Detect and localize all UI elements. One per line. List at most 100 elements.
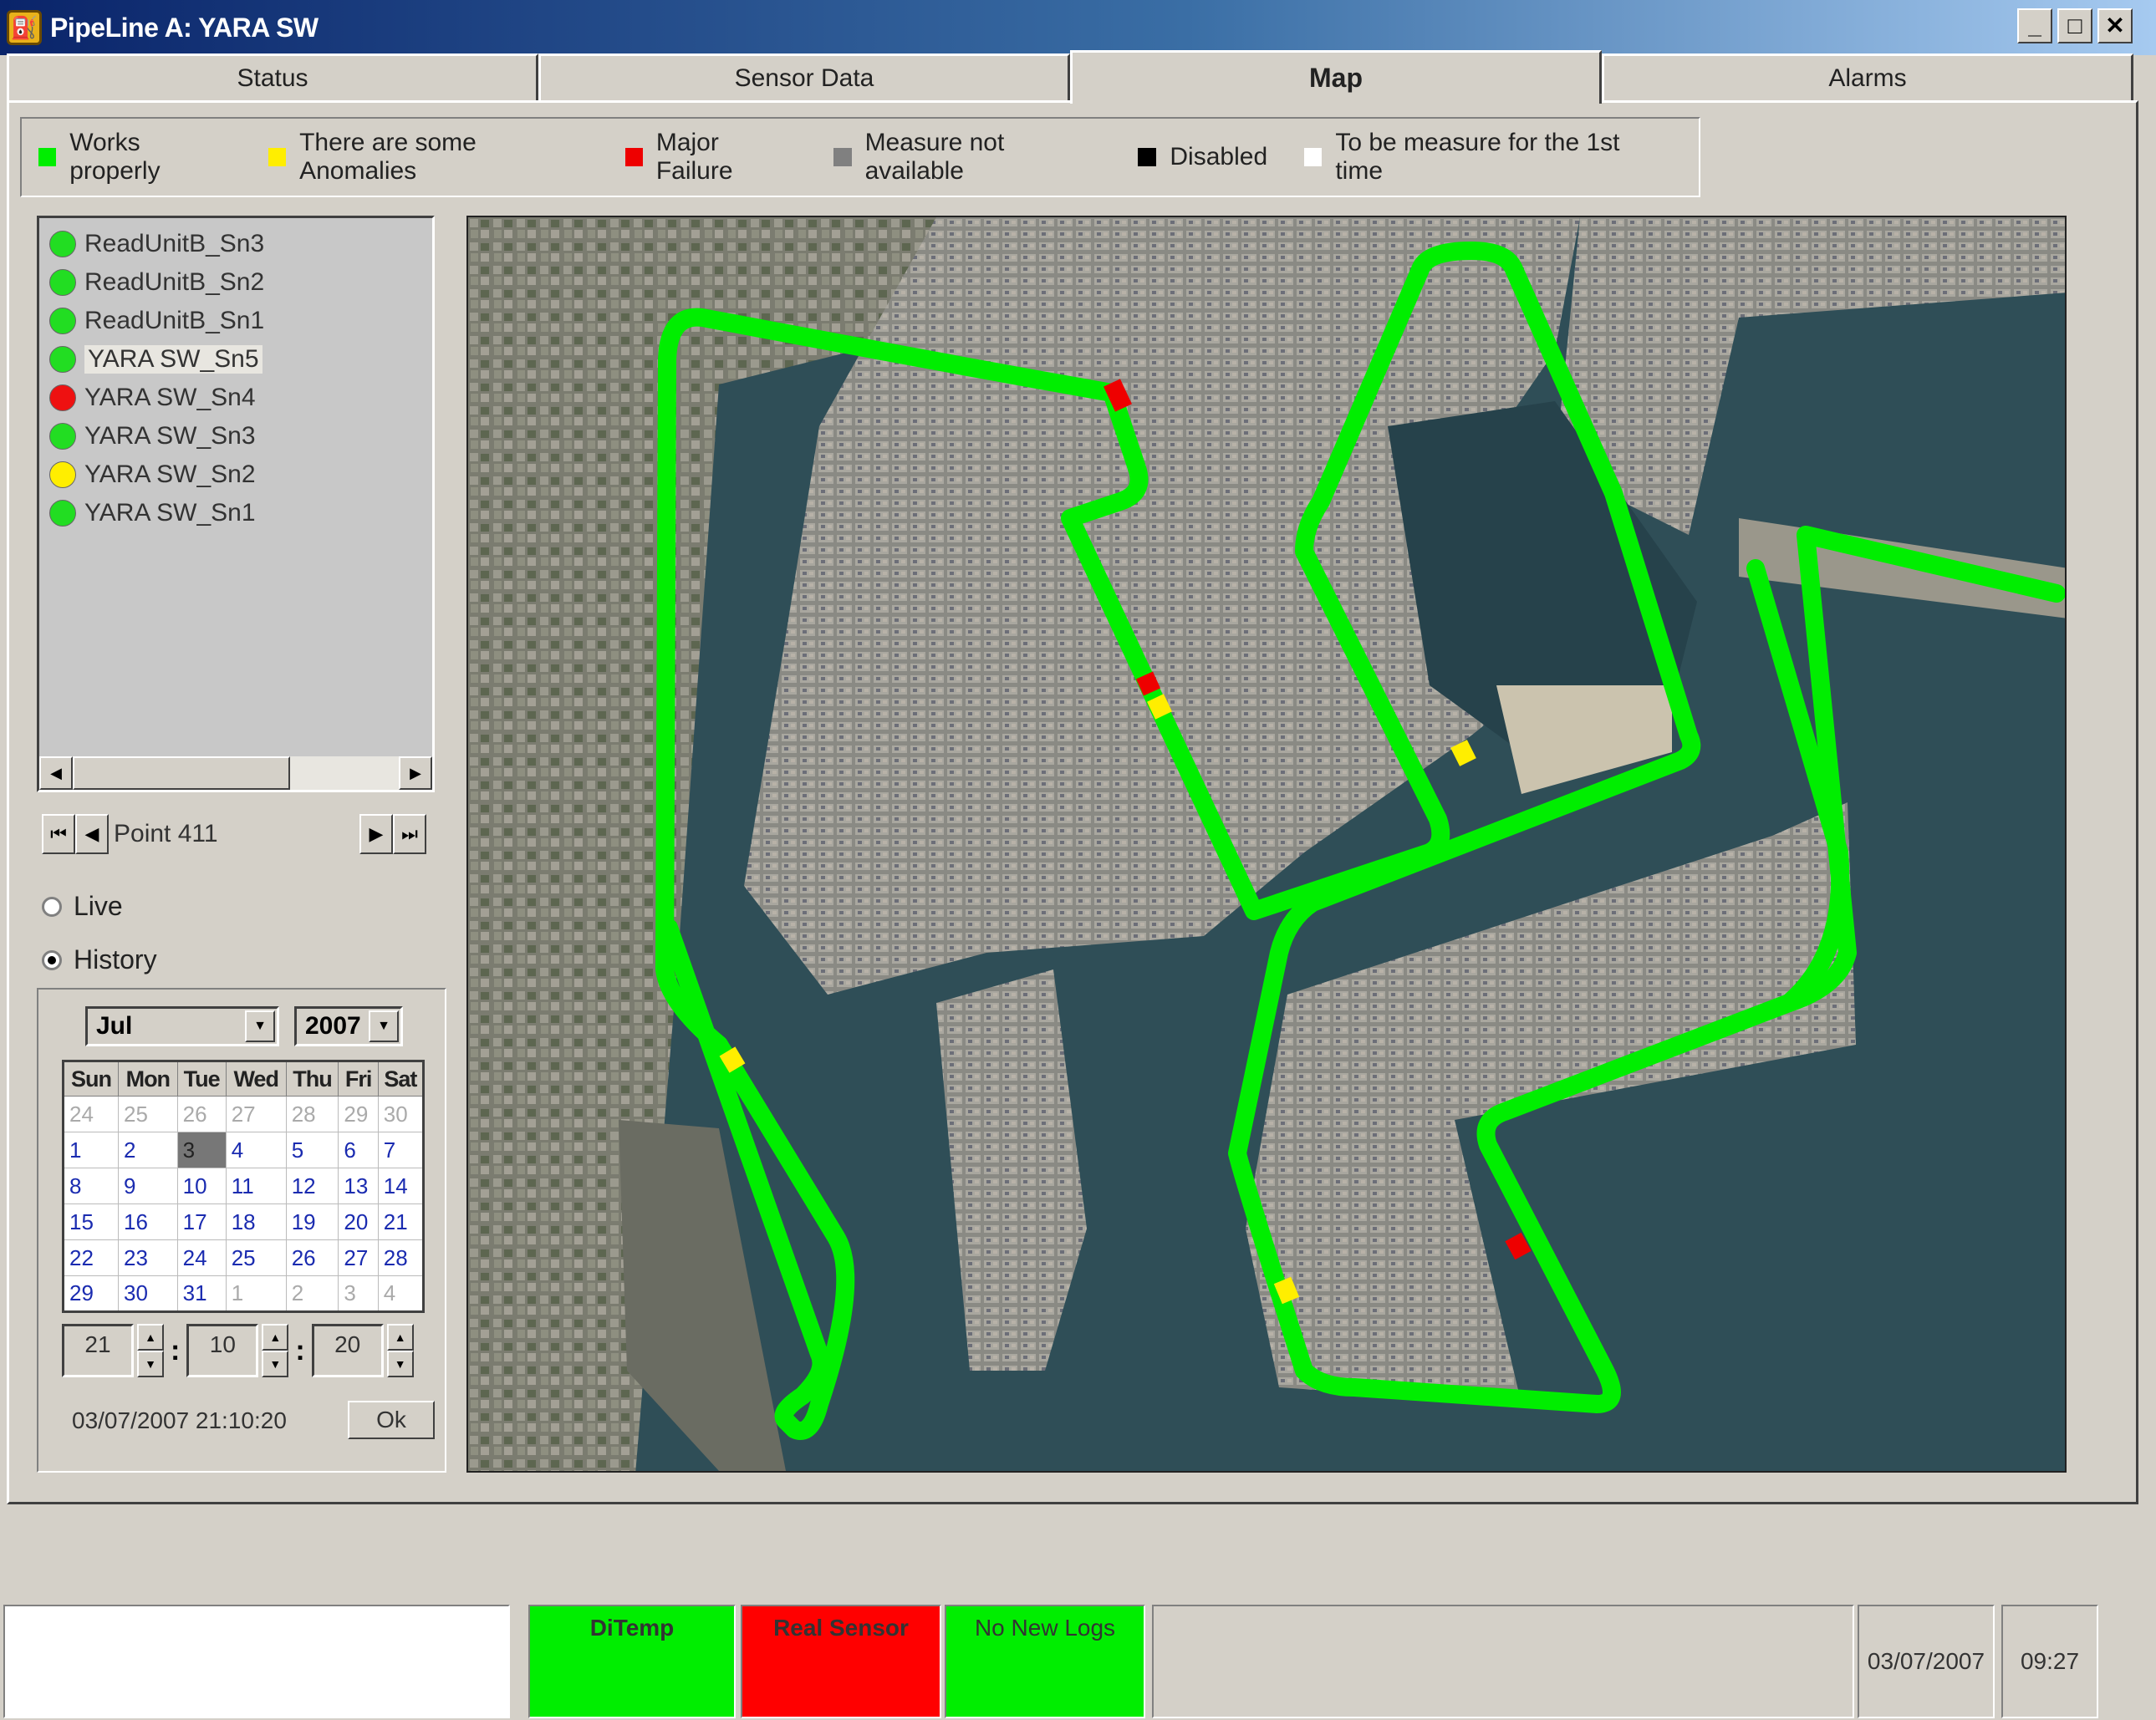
calendar-day[interactable]: 20 [338,1203,379,1240]
sensor-label: YARA SW_Sn2 [84,461,256,488]
calendar-day[interactable]: 19 [285,1203,339,1240]
calendar-day[interactable]: 11 [225,1168,287,1204]
calendar-day[interactable]: 5 [285,1132,339,1168]
scroll-thumb[interactable] [73,756,290,790]
chevron-up-icon[interactable]: ▲ [262,1324,289,1351]
calendar-day[interactable]: 14 [377,1168,425,1204]
calendar-day[interactable]: 17 [176,1203,227,1240]
calendar-day[interactable]: 13 [338,1168,379,1204]
calendar-day[interactable]: 15 [62,1203,120,1240]
calendar-day[interactable]: 26 [285,1239,339,1276]
calendar-day[interactable]: 28 [285,1096,339,1132]
sensor-list-item[interactable]: ReadUnitB_Sn1 [39,302,432,340]
status-dot-icon [49,308,76,334]
calendar-day[interactable]: 10 [176,1168,227,1204]
first-point-icon[interactable]: ⏮ [42,814,75,854]
chevron-down-icon[interactable]: ▼ [245,1010,275,1042]
chevron-down-icon[interactable]: ▼ [369,1010,399,1042]
calendar-day[interactable]: 4 [225,1132,287,1168]
tab-map[interactable]: Map [1070,50,1602,104]
sensor-list-item[interactable]: ReadUnitB_Sn3 [39,225,432,263]
tab-alarms[interactable]: Alarms [1602,53,2133,100]
ok-button[interactable]: Ok [348,1401,435,1439]
chevron-down-icon[interactable]: ▼ [386,1351,414,1377]
chevron-down-icon[interactable]: ▼ [262,1351,289,1377]
chevron-up-icon[interactable]: ▲ [137,1324,164,1351]
calendar-week: 8 9 10 11 12 13 14 [62,1168,425,1204]
year-select[interactable]: 2007 ▼ [294,1006,403,1046]
live-radio[interactable]: Live [42,891,123,922]
chevron-down-icon[interactable]: ▼ [137,1351,164,1377]
second-input[interactable]: 20 [311,1324,384,1377]
status-legend: Works properly There are some Anomalies … [20,117,1700,197]
sensor-label: YARA SW_Sn3 [84,422,256,450]
radio-circle[interactable] [42,949,62,970]
calendar-day[interactable]: 24 [62,1096,120,1132]
last-point-icon[interactable]: ⏭ [393,814,426,854]
calendar-day[interactable]: 2 [118,1132,178,1168]
calendar-day[interactable]: 30 [377,1096,425,1132]
calendar-day[interactable]: 27 [338,1239,379,1276]
minute-stepper[interactable]: ▲ ▼ [262,1324,289,1377]
radio-circle[interactable] [42,896,62,917]
calendar-day[interactable]: 31 [176,1275,227,1312]
calendar-day[interactable]: 3 [338,1275,379,1312]
calendar-day[interactable]: 4 [377,1275,425,1312]
calendar-day-selected[interactable]: 3 [176,1132,227,1168]
calendar-day[interactable]: 26 [176,1096,227,1132]
radio-label: History [74,944,157,974]
sensor-list-item[interactable]: ReadUnitB_Sn2 [39,263,432,302]
calendar-day[interactable]: 1 [225,1275,287,1312]
sensor-list-item[interactable]: YARA SW_Sn5 [39,340,432,379]
calendar-day[interactable]: 8 [62,1168,120,1204]
sensor-list-item[interactable]: YARA SW_Sn1 [39,494,432,532]
calendar-day[interactable]: 1 [62,1132,120,1168]
month-select[interactable]: Jul ▼ [85,1006,279,1046]
calendar-day[interactable]: 2 [285,1275,339,1312]
maximize-button[interactable]: □ [2057,8,2092,43]
history-radio[interactable]: History [42,944,157,975]
calendar-day[interactable]: 6 [338,1132,379,1168]
calendar-day[interactable]: 30 [118,1275,178,1312]
sensor-list-item[interactable]: YARA SW_Sn2 [39,455,432,494]
hour-stepper[interactable]: ▲ ▼ [137,1324,164,1377]
calendar-day[interactable]: 25 [118,1096,178,1132]
calendar-day[interactable]: 16 [118,1203,178,1240]
prev-point-icon[interactable]: ◀ [75,814,109,854]
calendar-day[interactable]: 29 [338,1096,379,1132]
sensor-list-item[interactable]: YARA SW_Sn4 [39,379,432,417]
next-point-icon[interactable]: ▶ [359,814,393,854]
calendar-day[interactable]: 21 [377,1203,425,1240]
calendar-day[interactable]: 9 [118,1168,178,1204]
satellite-map[interactable] [466,216,2067,1473]
minute-input[interactable]: 10 [186,1324,259,1377]
sensor-label: ReadUnitB_Sn2 [84,268,265,296]
tab-sensor-data[interactable]: Sensor Data [538,53,1070,100]
chevron-up-icon[interactable]: ▲ [386,1324,414,1351]
time-separator: : [295,1334,305,1366]
sensor-label: ReadUnitB_Sn3 [84,230,265,257]
map-canvas[interactable] [468,217,2067,1473]
sensor-list-item[interactable]: YARA SW_Sn3 [39,417,432,455]
hour-input[interactable]: 21 [62,1324,134,1377]
status-dot-icon [49,231,76,257]
calendar-day[interactable]: 25 [225,1239,287,1276]
calendar-day[interactable]: 28 [377,1239,425,1276]
calendar-day[interactable]: 22 [62,1239,120,1276]
calendar-day[interactable]: 12 [285,1168,339,1204]
close-button[interactable]: ✕ [2097,8,2133,43]
horizontal-scrollbar[interactable]: ◀ ▶ [39,756,432,790]
minimize-button[interactable]: _ [2017,8,2052,43]
sensor-list[interactable]: ReadUnitB_Sn3 ReadUnitB_Sn2 ReadUnitB_Sn… [37,216,435,792]
scroll-left-icon[interactable]: ◀ [39,756,73,790]
scroll-right-icon[interactable]: ▶ [399,756,432,790]
calendar-day[interactable]: 29 [62,1275,120,1312]
status-pane-logs: No New Logs [945,1605,1145,1718]
second-stepper[interactable]: ▲ ▼ [386,1324,414,1377]
calendar-day[interactable]: 27 [225,1096,287,1132]
calendar-day[interactable]: 18 [225,1203,287,1240]
calendar-day[interactable]: 7 [377,1132,425,1168]
calendar-day[interactable]: 23 [118,1239,178,1276]
tab-status[interactable]: Status [7,53,538,100]
calendar-day[interactable]: 24 [176,1239,227,1276]
